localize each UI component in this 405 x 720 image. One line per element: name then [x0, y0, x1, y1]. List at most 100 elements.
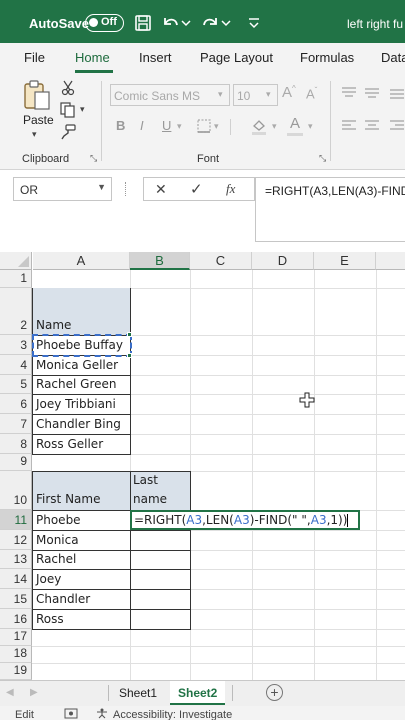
font-name-dropdown-icon[interactable]: ▾ — [218, 89, 223, 100]
reference-handle[interactable] — [127, 332, 132, 337]
reference-handle[interactable] — [127, 353, 132, 358]
row-header-6[interactable]: 6 — [0, 394, 32, 414]
row-header-13[interactable]: 13 — [0, 550, 32, 569]
tab-home[interactable]: Home — [75, 50, 110, 65]
sheet-tab-sheet1[interactable]: Sheet1 — [111, 681, 165, 705]
align-bottom-icon[interactable] — [388, 84, 405, 102]
cell-a15[interactable]: Chandler — [36, 592, 90, 606]
decrease-font-size-icon[interactable]: Aˇ — [306, 86, 317, 101]
undo-icon[interactable] — [160, 12, 182, 34]
cell-a10[interactable]: First Name — [36, 492, 100, 506]
row-header-3[interactable]: 3 — [0, 335, 32, 355]
align-right-icon[interactable] — [388, 117, 405, 135]
column-header-d[interactable]: D — [252, 252, 314, 270]
enter-icon[interactable]: ✓ — [190, 180, 203, 198]
cell-a6[interactable]: Joey Tribbiani — [36, 397, 116, 411]
row-header-8[interactable]: 8 — [0, 434, 32, 454]
font-color-dropdown-icon[interactable]: ▾ — [308, 121, 313, 132]
underline-dropdown-icon[interactable]: ▾ — [177, 121, 182, 132]
autosave-toggle[interactable]: Off — [85, 14, 124, 32]
tab-formulas[interactable]: Formulas — [300, 50, 354, 65]
italic-button[interactable]: I — [140, 118, 144, 133]
name-box[interactable]: OR ▼ — [13, 177, 112, 201]
cell-a11[interactable]: Phoebe — [36, 513, 81, 527]
column-header-c[interactable]: C — [190, 252, 252, 270]
column-header-a[interactable]: A — [33, 252, 130, 270]
name-box-dropdown-icon[interactable]: ▼ — [97, 182, 106, 192]
row-header-10[interactable]: 10 — [0, 471, 32, 510]
fill-color-icon[interactable] — [250, 117, 268, 135]
font-size-box[interactable]: 10 — [233, 84, 278, 106]
row-header-11[interactable]: 11 — [0, 510, 32, 530]
row-header-1[interactable]: 1 — [0, 270, 32, 288]
undo-dropdown-icon[interactable] — [180, 12, 192, 34]
borders-dropdown-icon[interactable]: ▾ — [214, 121, 219, 132]
row-header-12[interactable]: 12 — [0, 530, 32, 550]
row-header-5[interactable]: 5 — [0, 375, 32, 394]
save-icon[interactable] — [132, 12, 154, 34]
increase-font-size-icon[interactable]: A^ — [282, 84, 296, 101]
paste-label[interactable]: Paste — [23, 113, 54, 127]
macro-record-icon[interactable] — [64, 708, 78, 720]
font-launcher-icon[interactable]: ⤡ — [319, 153, 326, 164]
column-header-b[interactable]: B — [130, 252, 190, 270]
row-header-19[interactable]: 19 — [0, 663, 32, 680]
align-top-icon[interactable] — [340, 84, 358, 102]
cell-a16[interactable]: Ross — [36, 612, 64, 626]
row-header-2[interactable]: 2 — [0, 288, 32, 335]
copy-icon[interactable] — [59, 101, 77, 119]
row-header-4[interactable]: 4 — [0, 355, 32, 375]
row-header-7[interactable]: 7 — [0, 414, 32, 434]
paste-icon[interactable] — [22, 79, 52, 116]
align-left-icon[interactable] — [340, 117, 358, 135]
redo-dropdown-icon[interactable] — [220, 12, 232, 34]
accessibility-status[interactable]: Accessibility: Investigate — [113, 709, 232, 720]
format-painter-icon[interactable] — [59, 123, 77, 141]
cell-a14[interactable]: Joey — [36, 572, 61, 586]
font-size-dropdown-icon[interactable]: ▾ — [266, 89, 271, 100]
customize-toolbar-icon[interactable] — [243, 12, 265, 34]
formula-bar-grip[interactable] — [125, 182, 128, 196]
active-cell-editor[interactable]: =RIGHT(A3,LEN(A3)-FIND(" ",A3,1)) — [130, 510, 360, 530]
cell-a4[interactable]: Monica Geller — [36, 358, 118, 372]
cut-icon[interactable] — [59, 79, 77, 97]
font-name-box[interactable]: Comic Sans MS — [110, 84, 230, 106]
sheet-tab-sheet2[interactable]: Sheet2 — [170, 681, 226, 705]
formula-input[interactable]: =RIGHT(A3,LEN(A3)-FIND(" ",A3,1)) — [255, 177, 405, 242]
tab-insert[interactable]: Insert — [139, 50, 172, 65]
bold-button[interactable]: B — [116, 118, 125, 133]
row-header-18[interactable]: 18 — [0, 646, 32, 663]
column-header-e[interactable]: E — [314, 252, 376, 270]
tab-file[interactable]: File — [24, 50, 45, 65]
clipboard-launcher-icon[interactable]: ⤡ — [90, 153, 97, 164]
column-header-f[interactable] — [376, 252, 405, 270]
select-all-corner[interactable] — [0, 252, 32, 270]
row-header-14[interactable]: 14 — [0, 569, 32, 589]
cell-a5[interactable]: Rachel Green — [36, 377, 117, 391]
align-center-icon[interactable] — [363, 117, 381, 135]
redo-icon[interactable] — [199, 12, 221, 34]
align-middle-icon[interactable] — [363, 84, 381, 102]
accessibility-icon[interactable] — [96, 708, 108, 720]
borders-icon[interactable] — [195, 117, 213, 135]
cell-b10-line1[interactable]: Last — [133, 473, 158, 487]
cancel-icon[interactable]: ✕ — [155, 181, 167, 198]
font-color-icon[interactable]: A — [290, 115, 300, 132]
scroll-tabs-left-icon[interactable]: ◀ — [6, 687, 14, 698]
cell-a13[interactable]: Rachel — [36, 552, 76, 566]
row-header-15[interactable]: 15 — [0, 589, 32, 609]
row-header-17[interactable]: 17 — [0, 629, 32, 646]
row-header-16[interactable]: 16 — [0, 609, 32, 629]
cell-a2[interactable]: Name — [36, 318, 71, 332]
cell-a7[interactable]: Chandler Bing — [36, 417, 121, 431]
tab-data[interactable]: Data — [381, 50, 405, 65]
scroll-tabs-right-icon[interactable]: ▶ — [30, 687, 38, 698]
cell-a8[interactable]: Ross Geller — [36, 437, 103, 451]
underline-button[interactable]: U — [162, 118, 171, 133]
row-header-9[interactable]: 9 — [0, 454, 32, 471]
tab-page-layout[interactable]: Page Layout — [200, 50, 273, 65]
paste-dropdown-icon[interactable]: ▾ — [32, 129, 37, 140]
fill-color-dropdown-icon[interactable]: ▾ — [272, 121, 277, 132]
copy-dropdown-icon[interactable]: ▾ — [80, 104, 85, 115]
add-sheet-icon[interactable]: + — [266, 684, 283, 701]
